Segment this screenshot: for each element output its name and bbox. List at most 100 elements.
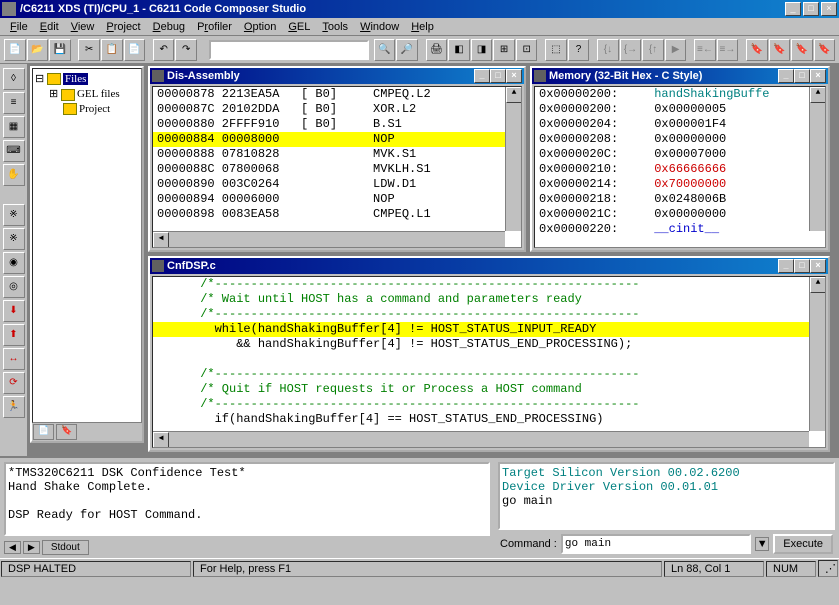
run-button[interactable]: ▶ — [665, 39, 687, 61]
source-line[interactable]: while(handShakingBuffer[4] != HOST_STATU… — [153, 322, 825, 337]
disasm-row[interactable]: 00000888 07810828 MVK.S1 — [153, 147, 521, 162]
disasm-body[interactable]: 00000878 2213EA5A [ B0] CMPEQ.L20000087C… — [152, 86, 522, 248]
src-min[interactable]: _ — [778, 259, 794, 273]
indent-left-button[interactable]: ≡← — [694, 39, 716, 61]
undo-button[interactable]: ↶ — [153, 39, 175, 61]
left-tool-3[interactable]: ▦ — [3, 116, 25, 138]
execute-button[interactable]: Execute — [773, 534, 833, 554]
out-scroll-left[interactable]: ◀ — [4, 541, 21, 554]
disasm-row[interactable]: 0000088C 07800068 MVKLH.S1 — [153, 162, 521, 177]
step-over-button[interactable]: {→ — [620, 39, 642, 61]
disasm-row[interactable]: 00000898 0083EA58 CMPEQ.L1 — [153, 207, 521, 222]
memory-row[interactable]: 0x00000210: 0x66666666 — [535, 162, 825, 177]
menu-edit[interactable]: Edit — [34, 20, 65, 34]
bookmark-prev-button[interactable]: 🔖 — [791, 39, 813, 61]
left-run-button[interactable]: 🏃 — [3, 396, 25, 418]
tool-button-1[interactable]: ◧ — [448, 39, 470, 61]
disasm-row[interactable]: 00000884 00008000 NOP — [153, 132, 521, 147]
left-tool-4[interactable]: ⌨ — [3, 140, 25, 162]
source-line[interactable]: /*--------------------------------------… — [153, 307, 825, 322]
left-tool-1[interactable]: ◊ — [3, 68, 25, 90]
mem-close[interactable]: × — [810, 69, 826, 83]
source-line[interactable]: if(handShakingBuffer[4] == HOST_STATUS_E… — [153, 412, 825, 427]
tree-tab-2[interactable]: 🔖 — [56, 424, 77, 440]
tool-button-4[interactable]: ⊡ — [516, 39, 538, 61]
tree-tab-1[interactable]: 📄 — [33, 424, 54, 440]
source-line[interactable]: /* Wait until HOST has a command and par… — [153, 292, 825, 307]
disasm-max[interactable]: □ — [490, 69, 506, 83]
src-vscroll[interactable]: ▲ — [809, 277, 825, 431]
find-combo[interactable] — [209, 40, 369, 60]
source-line[interactable] — [153, 352, 825, 367]
src-hscroll[interactable]: ◀ — [153, 431, 809, 447]
menu-file[interactable]: File — [4, 20, 34, 34]
bookmark-button[interactable]: 🔖 — [746, 39, 768, 61]
bookmark-clear-button[interactable]: 🔖 — [814, 39, 836, 61]
tool-button-2[interactable]: ◨ — [471, 39, 493, 61]
out-scroll-right[interactable]: ▶ — [23, 541, 40, 554]
copy-button[interactable]: 📋 — [101, 39, 123, 61]
disasm-row[interactable]: 0000087C 20102DDA [ B0] XOR.L2 — [153, 102, 521, 117]
disasm-min[interactable]: _ — [474, 69, 490, 83]
step-in-button[interactable]: {↓ — [597, 39, 619, 61]
tool-button-5[interactable]: ⬚ — [545, 39, 567, 61]
source-line[interactable]: /* Quit if HOST requests it or Process a… — [153, 382, 825, 397]
mem-vscroll[interactable]: ▲ — [809, 87, 825, 231]
disasm-row[interactable]: 00000894 00006000 NOP — [153, 192, 521, 207]
menu-profiler[interactable]: Profiler — [191, 20, 238, 34]
left-tool-6[interactable]: ※ — [3, 204, 25, 226]
left-tool-11[interactable]: ⬆ — [3, 324, 25, 346]
source-line[interactable]: && handShakingBuffer[4] != HOST_STATUS_E… — [153, 337, 825, 352]
redo-button[interactable]: ↷ — [175, 39, 197, 61]
maximize-button[interactable]: □ — [803, 2, 819, 16]
source-line[interactable]: /*--------------------------------------… — [153, 397, 825, 412]
tree-project[interactable]: Project — [35, 102, 139, 116]
tree-root[interactable]: ⊟ Files — [35, 71, 139, 86]
memory-row[interactable]: 0x00000218: 0x0248006B — [535, 192, 825, 207]
status-resize[interactable]: ⋰ — [818, 560, 838, 577]
menu-option[interactable]: Option — [238, 20, 282, 34]
source-line[interactable]: /*--------------------------------------… — [153, 367, 825, 382]
menu-view[interactable]: View — [65, 20, 101, 34]
source-line[interactable]: /*--------------------------------------… — [153, 277, 825, 292]
left-tool-12[interactable]: ↔ — [3, 348, 25, 370]
menu-debug[interactable]: Debug — [147, 20, 191, 34]
close-button[interactable]: × — [821, 2, 837, 16]
memory-body[interactable]: 0x00000200: handShakingBuffe0x00000200: … — [534, 86, 826, 248]
command-dropdown[interactable]: ▼ — [755, 537, 769, 551]
find-next-button[interactable]: 🔎 — [396, 39, 418, 61]
left-tool-10[interactable]: ⬇ — [3, 300, 25, 322]
disasm-vscroll[interactable]: ▲ — [505, 87, 521, 231]
disasm-row[interactable]: 00000878 2213EA5A [ B0] CMPEQ.L2 — [153, 87, 521, 102]
mem-max[interactable]: □ — [794, 69, 810, 83]
find-button[interactable]: 🔍 — [374, 39, 396, 61]
disasm-hscroll[interactable]: ◀ — [153, 231, 505, 247]
disasm-row[interactable]: 00000890 003C0264 LDW.D1 — [153, 177, 521, 192]
open-button[interactable]: 📂 — [27, 39, 49, 61]
memory-row[interactable]: 0x00000208: 0x00000000 — [535, 132, 825, 147]
minimize-button[interactable]: _ — [785, 2, 801, 16]
tool-button-3[interactable]: ⊞ — [493, 39, 515, 61]
disasm-close[interactable]: × — [506, 69, 522, 83]
step-out-button[interactable]: {↑ — [642, 39, 664, 61]
disasm-row[interactable]: 00000880 2FFFF910 [ B0] B.S1 — [153, 117, 521, 132]
memory-row[interactable]: 0x00000214: 0x70000000 — [535, 177, 825, 192]
left-tool-5[interactable]: ✋ — [3, 164, 25, 186]
command-input[interactable] — [561, 534, 751, 554]
src-close[interactable]: × — [810, 259, 826, 273]
paste-button[interactable]: 📄 — [124, 39, 146, 61]
left-tool-7[interactable]: ※ — [3, 228, 25, 250]
memory-row[interactable]: 0x00000200: 0x00000005 — [535, 102, 825, 117]
memory-row[interactable]: 0x00000200: handShakingBuffe — [535, 87, 825, 102]
menu-tools[interactable]: Tools — [316, 20, 354, 34]
bookmark-next-button[interactable]: 🔖 — [769, 39, 791, 61]
help-button[interactable]: ? — [568, 39, 590, 61]
indent-right-button[interactable]: ≡→ — [717, 39, 739, 61]
tree-gel[interactable]: ⊞ GEL files — [35, 86, 139, 101]
output-pane[interactable]: *TMS320C6211 DSK Confidence Test*Hand Sh… — [4, 462, 490, 536]
new-button[interactable]: 📄 — [4, 39, 26, 61]
menu-gel[interactable]: GEL — [282, 20, 316, 34]
stdout-tab[interactable]: Stdout — [42, 540, 89, 555]
left-tool-9[interactable]: ◎ — [3, 276, 25, 298]
menu-project[interactable]: Project — [100, 20, 146, 34]
